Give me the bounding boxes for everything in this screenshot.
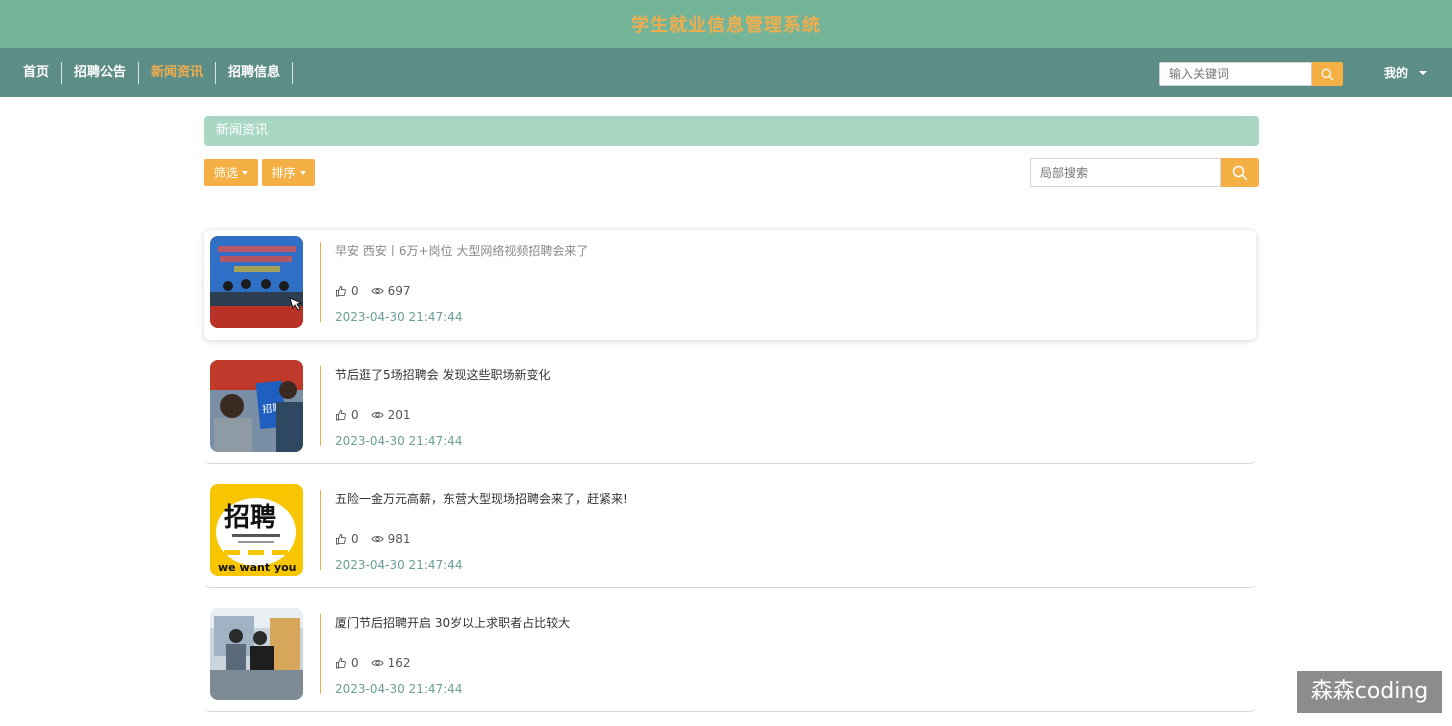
top-search (1159, 62, 1343, 86)
section-title: 新闻资讯 (204, 116, 1259, 146)
like-count-value: 0 (351, 408, 359, 422)
thumbs-up-icon (336, 657, 346, 669)
chevron-down-icon (242, 170, 248, 175)
news-title[interactable]: 早安 西安丨6万+岗位 大型网络视频招聘会来了 (335, 242, 588, 259)
news-stats: 0 162 (335, 656, 423, 670)
eye-icon (371, 536, 384, 542)
recruitment-crowd-photo: 招聘 (210, 360, 303, 452)
nav-item-home[interactable]: 首页 (11, 61, 63, 84)
like-count[interactable]: 0 (335, 532, 359, 546)
news-thumbnail[interactable]: 招聘 (210, 360, 303, 452)
like-count-value: 0 (351, 284, 359, 298)
news-date: 2023-04-30 21:47:44 (335, 558, 463, 572)
news-list: 早安 西安丨6万+岗位 大型网络视频招聘会来了 0 697 2023-04-30… (204, 230, 1256, 726)
like-count[interactable]: 0 (335, 656, 359, 670)
view-count: 697 (371, 284, 411, 298)
like-count-value: 0 (351, 532, 359, 546)
site-title: 学生就业信息管理系统 (631, 15, 821, 36)
news-stats: 0 981 (335, 532, 423, 546)
news-stats: 0 697 (335, 284, 423, 298)
news-divider (320, 490, 321, 570)
local-search (1030, 158, 1259, 187)
chevron-down-icon (299, 170, 306, 175)
keyword-search-input[interactable] (1159, 62, 1312, 86)
svg-text:we want you: we want you (218, 561, 297, 574)
search-icon (1321, 68, 1334, 80)
job-fair-stage-photo (210, 236, 303, 328)
local-search-button[interactable] (1221, 158, 1259, 187)
news-item[interactable]: 厦门节后招聘开启 30岁以上求职者占比较大 0 162 2023-04-30 2… (204, 602, 1256, 712)
user-menu-label: 我的 (1384, 66, 1409, 80)
news-date: 2023-04-30 21:47:44 (335, 434, 463, 448)
eye-icon (371, 660, 384, 666)
thumbs-up-icon (336, 409, 346, 421)
news-date: 2023-04-30 21:47:44 (335, 310, 463, 324)
nav-item-news[interactable]: 新闻资讯 (139, 61, 217, 84)
news-stats: 0 201 (335, 408, 423, 422)
filter-label: 筛选 (213, 166, 238, 180)
zhaopin-poster: 招聘 we want you (210, 484, 303, 576)
news-title[interactable]: 节后逛了5场招聘会 发现这些职场新变化 (335, 366, 550, 383)
local-search-input[interactable] (1030, 158, 1221, 187)
sort-dropdown[interactable]: 排序 (262, 159, 315, 186)
nav-item-jobs[interactable]: 招聘信息 (216, 61, 294, 84)
news-thumbnail[interactable]: 招聘 we want you (210, 484, 303, 576)
view-count: 201 (371, 408, 411, 422)
keyword-search-button[interactable] (1312, 62, 1343, 86)
news-thumbnail[interactable] (210, 608, 303, 700)
nav-links: 首页 招聘公告 新闻资讯 招聘信息 (0, 48, 294, 97)
filter-dropdown[interactable]: 筛选 (204, 159, 258, 186)
news-title[interactable]: 五险一金万元高薪，东营大型现场招聘会来了，赶紧来! (335, 490, 628, 507)
watermark: 森森coding (1297, 671, 1442, 713)
like-count[interactable]: 0 (335, 284, 359, 298)
view-count-value: 162 (387, 656, 411, 670)
like-count-value: 0 (351, 656, 359, 670)
view-count-value: 201 (387, 408, 411, 422)
nav-bar: 首页 招聘公告 新闻资讯 招聘信息 我的 (0, 48, 1452, 97)
news-item[interactable]: 招聘 we want you 五险一金万元高薪，东营大型现场招聘会来了，赶紧来!… (204, 478, 1256, 588)
search-icon (1232, 165, 1248, 180)
view-count-value: 981 (387, 532, 411, 546)
header-bar: 学生就业信息管理系统 (0, 0, 1452, 48)
news-divider (320, 242, 321, 322)
sort-label: 排序 (271, 166, 296, 180)
eye-icon (371, 412, 384, 418)
nav-item-announcements[interactable]: 招聘公告 (62, 61, 140, 84)
news-item[interactable]: 早安 西安丨6万+岗位 大型网络视频招聘会来了 0 697 2023-04-30… (204, 230, 1256, 340)
view-count-value: 697 (387, 284, 411, 298)
news-title[interactable]: 厦门节后招聘开启 30岁以上求职者占比较大 (335, 614, 570, 631)
svg-text:招聘: 招聘 (224, 503, 276, 533)
news-thumbnail[interactable] (210, 236, 303, 328)
office-interview-photo (210, 608, 303, 700)
thumbs-up-icon (336, 285, 346, 297)
news-divider (320, 614, 321, 694)
eye-icon (371, 288, 384, 294)
chevron-down-icon (1419, 70, 1428, 75)
view-count: 162 (371, 656, 411, 670)
news-divider (320, 366, 321, 446)
news-item[interactable]: 招聘 节后逛了5场招聘会 发现这些职场新变化 0 201 2023-04-30 … (204, 354, 1256, 464)
like-count[interactable]: 0 (335, 408, 359, 422)
thumbs-up-icon (336, 533, 346, 545)
user-menu[interactable]: 我的 (1384, 48, 1428, 97)
view-count: 981 (371, 532, 411, 546)
news-date: 2023-04-30 21:47:44 (335, 682, 463, 696)
